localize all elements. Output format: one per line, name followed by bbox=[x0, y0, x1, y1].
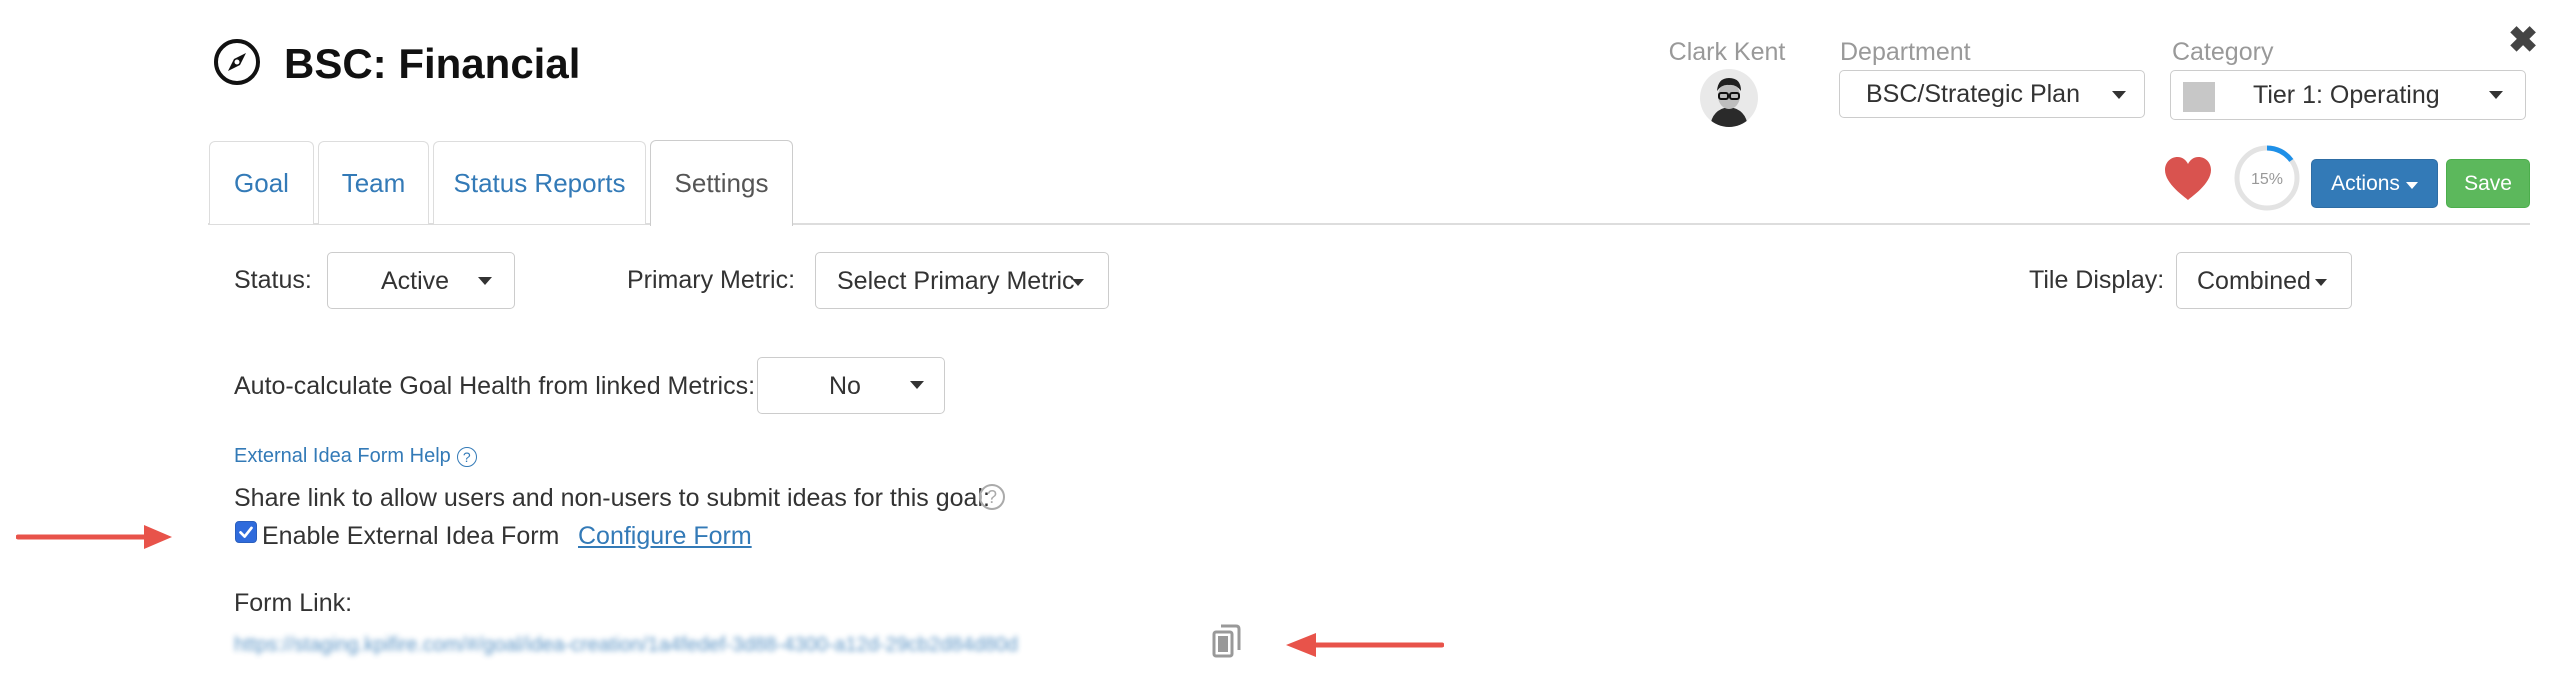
progress-label: 15% bbox=[2251, 171, 2283, 188]
help-link-label: External Idea Form Help bbox=[234, 445, 451, 467]
caret-down-icon bbox=[2405, 181, 2418, 189]
status-dropdown[interactable]: Active bbox=[327, 252, 515, 309]
caret-down-icon bbox=[2315, 279, 2327, 286]
caret-down-icon bbox=[478, 277, 492, 285]
caret-down-icon bbox=[2112, 91, 2126, 99]
tab-status-reports[interactable]: Status Reports bbox=[433, 141, 646, 224]
category-value: Tier 1: Operating bbox=[2253, 81, 2440, 109]
close-icon[interactable]: ✖ bbox=[2508, 20, 2538, 60]
caret-down-icon bbox=[910, 381, 924, 389]
status-label: Status: bbox=[234, 266, 312, 294]
annotation-arrow bbox=[1286, 633, 1444, 657]
owner-avatar[interactable] bbox=[1700, 69, 1758, 127]
tile-display-label: Tile Display: bbox=[2029, 266, 2165, 294]
department-label: Department bbox=[1840, 38, 1971, 66]
tab-settings[interactable]: Settings bbox=[650, 140, 793, 226]
department-value: BSC/Strategic Plan bbox=[1866, 80, 2080, 108]
actions-label: Actions bbox=[2331, 171, 2400, 195]
annotation-arrow bbox=[16, 525, 172, 549]
form-link-url[interactable]: https://staging.kpifire.com/#/goal/idea-… bbox=[234, 632, 1018, 658]
question-circle-icon: ? bbox=[456, 446, 477, 467]
enable-external-idea-form-checkbox[interactable] bbox=[235, 521, 257, 543]
heart-icon[interactable] bbox=[2163, 156, 2213, 202]
question-circle-icon[interactable]: ? bbox=[979, 484, 1005, 510]
configure-form-link[interactable]: Configure Form bbox=[578, 521, 752, 551]
tab-team[interactable]: Team bbox=[318, 141, 429, 224]
owner-name: Clark Kent bbox=[1668, 38, 1786, 66]
auto-calc-dropdown[interactable]: No bbox=[757, 357, 945, 414]
progress-ring: 15% bbox=[2234, 145, 2300, 211]
tile-display-dropdown[interactable]: Combined bbox=[2176, 252, 2352, 309]
primary-metric-dropdown[interactable]: Select Primary Metric bbox=[815, 252, 1109, 309]
save-button[interactable]: Save bbox=[2446, 159, 2530, 208]
share-link-text: Share link to allow users and non-users … bbox=[234, 484, 990, 512]
tab-goal[interactable]: Goal bbox=[209, 141, 314, 224]
category-label: Category bbox=[2172, 38, 2274, 66]
department-dropdown[interactable]: BSC/Strategic Plan bbox=[1839, 70, 2145, 118]
tile-display-value: Combined bbox=[2197, 267, 2311, 295]
primary-metric-label: Primary Metric: bbox=[627, 266, 796, 294]
copy-icon[interactable] bbox=[1212, 624, 1242, 660]
category-dropdown[interactable]: Tier 1: Operating bbox=[2170, 70, 2526, 120]
actions-button[interactable]: Actions bbox=[2311, 159, 2438, 208]
form-link-label: Form Link: bbox=[234, 589, 353, 617]
page-title: BSC: Financial bbox=[284, 40, 581, 87]
category-color-swatch bbox=[2183, 82, 2215, 112]
enable-external-idea-form-label[interactable]: Enable External Idea Form bbox=[262, 521, 559, 551]
compass-icon bbox=[214, 39, 260, 85]
status-value: Active bbox=[381, 267, 450, 295]
external-idea-form-help-link[interactable]: External Idea Form Help? bbox=[234, 443, 477, 469]
auto-calc-value: No bbox=[829, 372, 861, 400]
primary-metric-value: Select Primary Metric bbox=[837, 267, 1075, 295]
caret-down-icon bbox=[1072, 279, 1084, 286]
caret-down-icon bbox=[2489, 91, 2503, 99]
auto-calc-label: Auto-calculate Goal Health from linked M… bbox=[234, 372, 756, 400]
